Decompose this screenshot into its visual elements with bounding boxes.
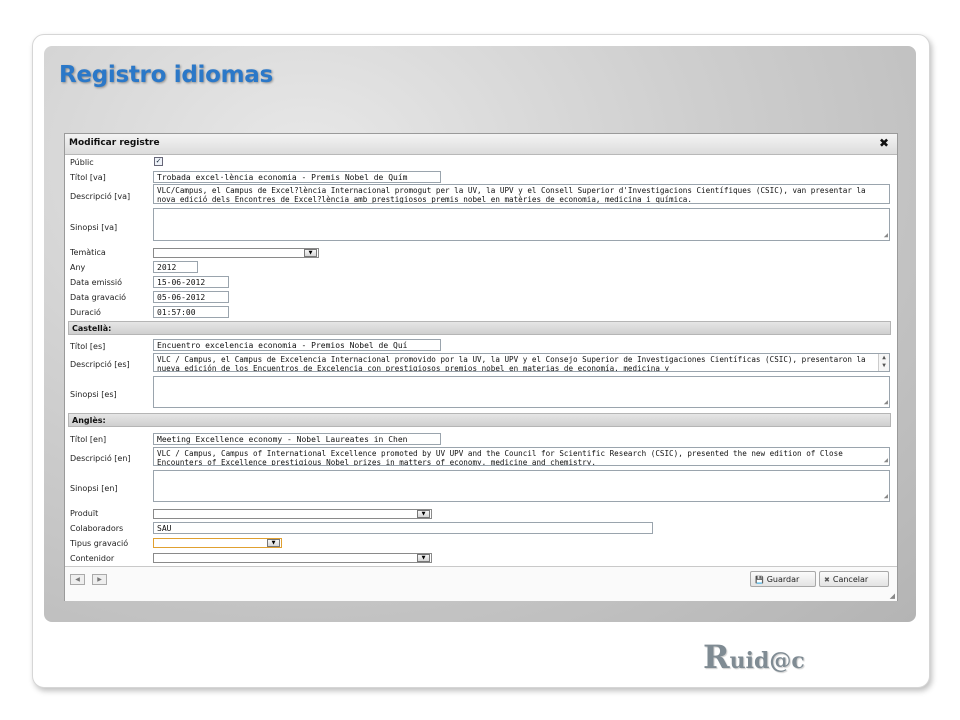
chevron-down-icon[interactable]: ▼	[304, 249, 317, 257]
slide-title: Registro idiomas	[59, 62, 273, 88]
ruidac-logo: Ruid@c	[703, 638, 805, 676]
sinopsi-es-label: Sinopsi [es]	[70, 390, 117, 399]
colaboradors-input[interactable]: SAU	[153, 522, 653, 534]
public-label: Públic	[70, 158, 94, 167]
colaboradors-label: Colaboradors	[70, 524, 124, 533]
titol-en-label: Títol [en]	[70, 435, 107, 444]
chevron-down-icon[interactable]: ▼	[417, 510, 430, 518]
descripcio-va-label: Descripció [va]	[70, 192, 131, 201]
data-emissio-input[interactable]: 15-06-2012	[153, 276, 229, 288]
previous-arrow-icon[interactable]: ◀	[70, 574, 85, 585]
save-button[interactable]: 💾 Guardar	[750, 571, 816, 587]
descripcio-va-text: VLC/Campus, el Campus de Excel?lència In…	[157, 186, 866, 204]
descripcio-va-textarea[interactable]: VLC/Campus, el Campus de Excel?lència In…	[153, 184, 890, 204]
resize-grip-icon[interactable]: ◢	[884, 456, 888, 465]
titol-va-input[interactable]: Trobada excel·lència economia - Premis N…	[153, 171, 441, 183]
chevron-down-icon[interactable]: ▼	[267, 539, 280, 547]
tematica-label: Temàtica	[70, 248, 106, 257]
any-label: Any	[70, 263, 86, 272]
logo-text: uid@c	[729, 648, 805, 674]
dialog-resize-grip-icon[interactable]: ◢	[890, 592, 895, 600]
descripcio-es-text: VLC / Campus, el Campus de Excelencia In…	[157, 355, 866, 372]
cancel-button-label: Cancelar	[832, 575, 869, 584]
scrollbar[interactable]: ▲ ▼	[878, 354, 889, 371]
dialog-title: Modificar registre	[69, 138, 160, 148]
duracio-label: Duració	[70, 308, 101, 317]
cancel-button[interactable]: ✖ Cancelar	[819, 571, 889, 587]
cancel-x-icon: ✖	[824, 576, 830, 584]
sinopsi-en-label: Sinopsi [en]	[70, 484, 118, 493]
sinopsi-va-label: Sinopsi [va]	[70, 223, 118, 232]
produit-label: Produït	[70, 509, 99, 518]
data-gravacio-label: Data gravació	[70, 293, 127, 302]
descripcio-es-label: Descripció [es]	[70, 360, 130, 369]
tipus-gravacio-select[interactable]: ▼	[153, 538, 282, 548]
sinopsi-en-textarea[interactable]: ◢	[153, 470, 890, 502]
dialog-header: Modificar registre ✖	[65, 134, 897, 155]
tematica-select[interactable]: ▼	[153, 248, 319, 258]
titol-en-input[interactable]: Meeting Excellence economy - Nobel Laure…	[153, 433, 441, 445]
titol-va-label: Títol [va]	[70, 173, 106, 182]
produit-select[interactable]: ▼	[153, 509, 432, 519]
contenidor-select[interactable]: ▼	[153, 553, 432, 563]
next-arrow-icon[interactable]: ▶	[92, 574, 107, 585]
dialog-footer: ◀ ▶ 💾 Guardar ✖ Cancelar ◢	[65, 566, 897, 601]
resize-grip-icon[interactable]: ◢	[884, 398, 888, 407]
resize-grip-icon[interactable]: ◢	[884, 231, 888, 240]
tipus-gravacio-label: Tipus gravació	[70, 539, 129, 548]
chevron-down-icon[interactable]: ▼	[417, 554, 430, 562]
contenidor-label: Contenidor	[70, 554, 115, 563]
sinopsi-va-textarea[interactable]: ◢	[153, 208, 890, 241]
resize-grip-icon[interactable]: ◢	[884, 492, 888, 501]
floppy-disk-icon: 💾	[755, 576, 764, 584]
data-gravacio-input[interactable]: 05-06-2012	[153, 291, 229, 303]
duracio-input[interactable]: 01:57:00	[153, 306, 229, 318]
close-icon[interactable]: ✖	[879, 136, 889, 150]
titol-es-input[interactable]: Encuentro excelencia economia - Premios …	[153, 339, 441, 351]
descripcio-es-textarea[interactable]: VLC / Campus, el Campus de Excelencia In…	[153, 353, 890, 372]
any-input[interactable]: 2012	[153, 261, 198, 273]
save-button-label: Guardar	[766, 575, 800, 584]
data-emissio-label: Data emissió	[70, 278, 123, 287]
sinopsi-es-textarea[interactable]: ◢	[153, 376, 890, 408]
titol-es-label: Títol [es]	[70, 342, 106, 351]
angles-section-header: Anglès:	[68, 413, 891, 427]
descripcio-en-text: VLC / Campus, Campus of International Ex…	[157, 449, 843, 466]
public-checkbox[interactable]: ✓	[154, 157, 163, 166]
logo-initial: R	[703, 638, 730, 676]
descripcio-en-textarea[interactable]: VLC / Campus, Campus of International Ex…	[153, 447, 890, 466]
castella-section-title: Castellà:	[72, 324, 112, 333]
descripcio-en-label: Descripció [en]	[70, 454, 131, 463]
modify-record-dialog: Modificar registre ✖ Públic ✓ Títol [va]…	[64, 133, 898, 601]
angles-section-title: Anglès:	[72, 416, 106, 425]
castella-section-header: Castellà:	[68, 321, 891, 335]
